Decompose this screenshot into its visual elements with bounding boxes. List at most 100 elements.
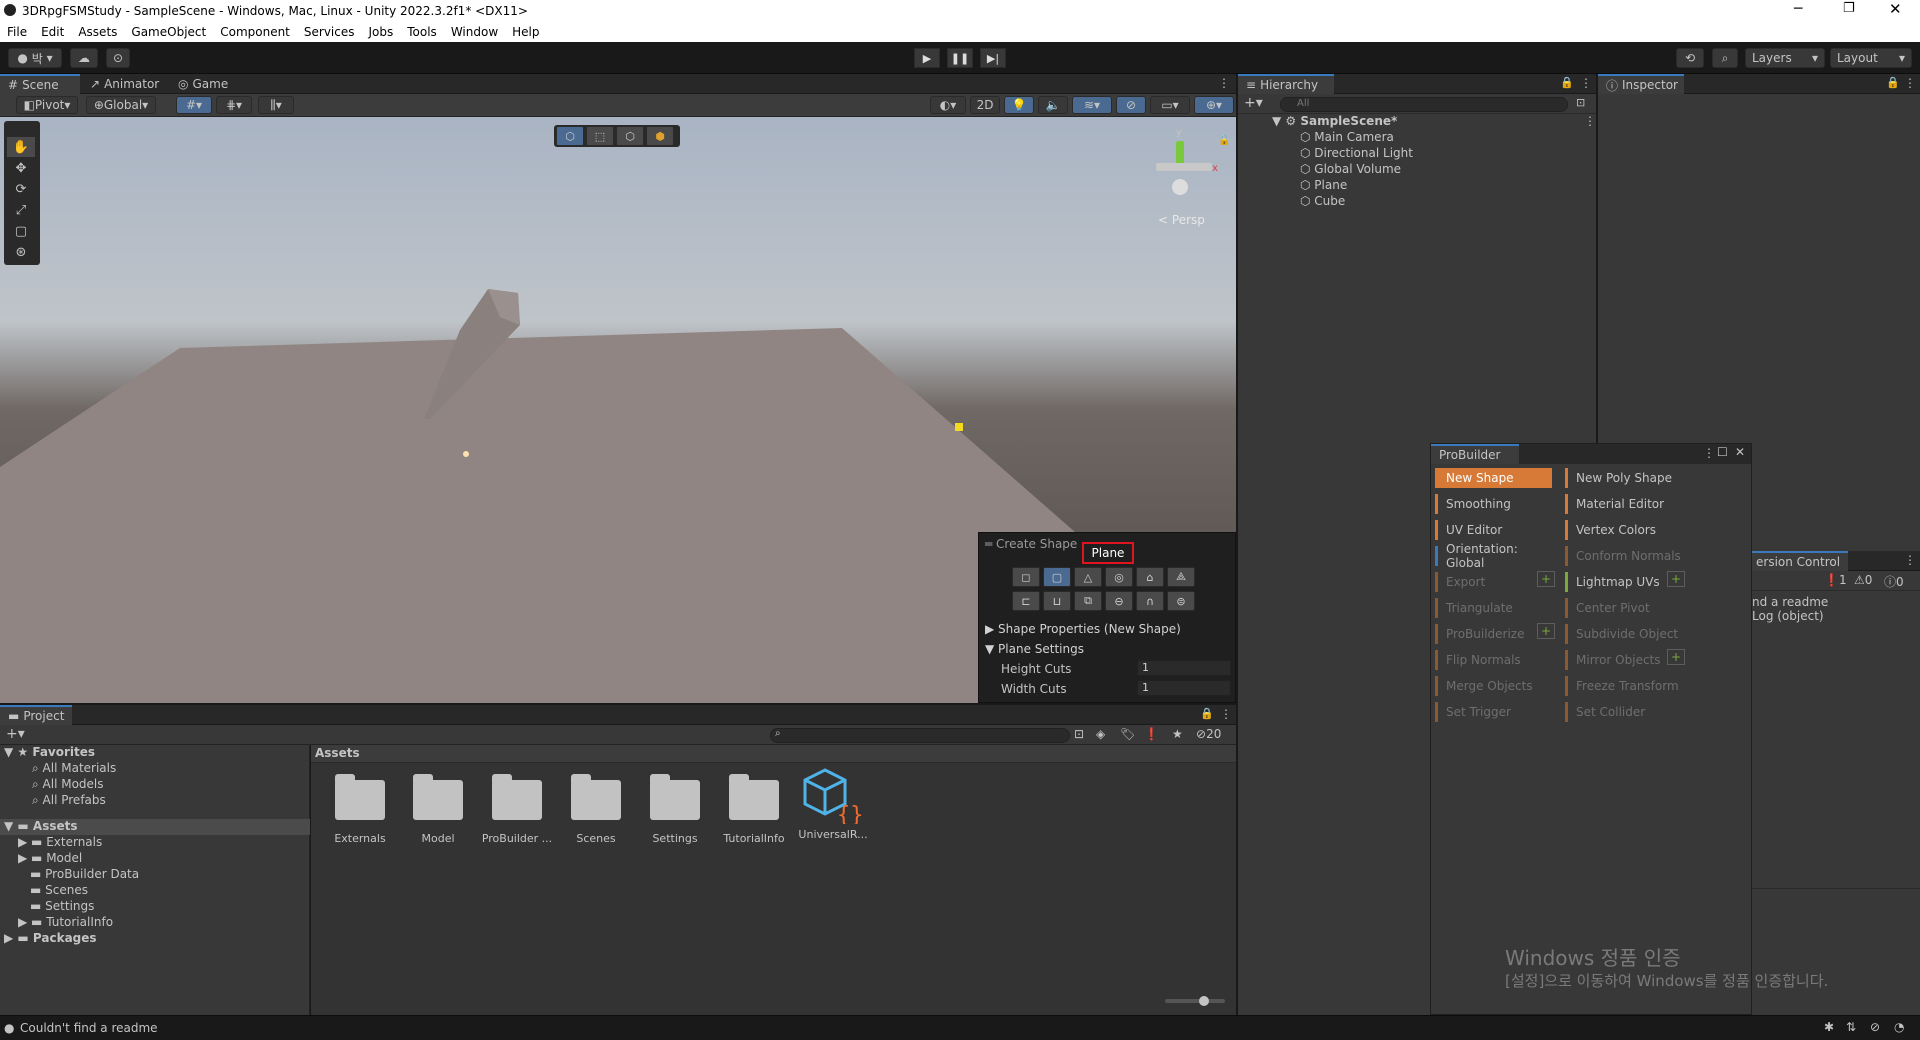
pb-vertex-colors[interactable]: Vertex Colors xyxy=(1565,520,1695,540)
prism-shape-icon[interactable]: ⟁ xyxy=(1167,567,1195,587)
progress-icon[interactable]: ◔ xyxy=(1894,1020,1904,1034)
tree-folder[interactable]: ▬ Scenes xyxy=(30,883,88,897)
pb-material-editor[interactable]: Material Editor xyxy=(1565,494,1695,514)
width-cuts-field[interactable]: 1 xyxy=(1137,680,1231,696)
height-cuts-field[interactable]: 1 xyxy=(1137,660,1231,676)
pb-new-shape[interactable]: New Shape xyxy=(1435,468,1552,488)
asset-render-pipeline[interactable]: {} UniversalR... xyxy=(793,768,873,841)
message-count[interactable]: ⓘ0 xyxy=(1884,573,1904,590)
tree-folder[interactable]: ▬ ProBuilder Data xyxy=(30,867,139,881)
menu-file[interactable]: File xyxy=(0,25,34,39)
face-mode-icon[interactable]: ⬢ xyxy=(646,126,674,146)
collab-button[interactable]: ⊙ xyxy=(106,48,130,68)
vertex-mode-icon[interactable]: ⬚ xyxy=(586,126,614,146)
shape-properties-foldout[interactable]: ▶ Shape Properties (New Shape) xyxy=(985,622,1181,636)
status-message[interactable]: Couldn't find a readme xyxy=(20,1021,158,1035)
sprite-shape-icon[interactable]: ⊜ xyxy=(1167,591,1195,611)
maximize-icon[interactable]: ☐ xyxy=(1717,445,1728,459)
cube-shape-icon[interactable]: ◻ xyxy=(1012,567,1040,587)
hierarchy-item[interactable]: ⬡ Directional Light xyxy=(1300,146,1413,160)
history-button[interactable]: ⟲ xyxy=(1676,48,1704,68)
filter-type-icon[interactable]: ◈ xyxy=(1096,727,1105,741)
cylinder-shape-icon[interactable]: ⊔ xyxy=(1043,591,1071,611)
edge-mode-icon[interactable]: ⬡ xyxy=(616,126,644,146)
camera-dropdown[interactable]: ▭▾ xyxy=(1150,96,1190,114)
gizmos-dropdown[interactable]: ⊕▾ xyxy=(1194,96,1234,114)
favorite-item[interactable]: ⌕ All Materials xyxy=(32,761,116,776)
lock-icon[interactable]: 🔒 xyxy=(1218,135,1230,146)
sphere-shape-icon[interactable]: ◎ xyxy=(1105,567,1133,587)
play-button[interactable]: ▶ xyxy=(914,48,940,68)
favorites-folder[interactable]: ▼ ★ Favorites xyxy=(4,745,95,759)
tab-animator[interactable]: ↗ Animator xyxy=(82,74,167,94)
tree-folder[interactable]: ▶ ▬ Model xyxy=(18,851,82,865)
assets-breadcrumb[interactable]: Assets xyxy=(315,746,360,760)
hand-tool-icon[interactable]: ✋ xyxy=(7,137,35,157)
more-icon[interactable]: ⋮ xyxy=(1703,446,1715,460)
label-icon[interactable]: 🏷 xyxy=(1120,727,1135,741)
error-filter-icon[interactable]: ❗ xyxy=(1144,727,1159,741)
pb-merge-objects[interactable]: Merge Objects xyxy=(1435,676,1552,696)
more-icon[interactable]: ⋮ xyxy=(1220,707,1232,721)
more-icon[interactable]: ⋮ xyxy=(1580,76,1592,90)
project-search-input[interactable]: ⌕ xyxy=(770,728,1070,743)
align-button[interactable]: ⫼▾ xyxy=(258,96,294,114)
stair-shape-icon[interactable]: ⊏ xyxy=(1012,591,1040,611)
assets-folder[interactable]: ▼ ▬ Assets xyxy=(0,819,310,835)
scene-visibility-icon[interactable]: ⊡ xyxy=(1576,96,1585,109)
pb-triangulate[interactable]: Triangulate xyxy=(1435,598,1552,618)
pb-export[interactable]: Export xyxy=(1435,572,1552,592)
autogen-icon[interactable]: ⊘ xyxy=(1870,1020,1880,1034)
step-button[interactable]: ▶| xyxy=(980,48,1006,68)
pb-freeze-transform[interactable]: Freeze Transform xyxy=(1565,676,1695,696)
packages-folder[interactable]: ▶ ▬ Packages xyxy=(4,931,97,945)
console-line[interactable]: Log (object) xyxy=(1752,609,1824,623)
pb-conform-normals[interactable]: Conform Normals xyxy=(1565,546,1695,566)
menu-tools[interactable]: Tools xyxy=(400,25,444,39)
menu-window[interactable]: Window xyxy=(444,25,505,39)
asset-folder[interactable]: Externals xyxy=(320,774,400,845)
mode-2d-button[interactable]: 2D xyxy=(970,96,1000,114)
warning-count[interactable]: ⚠0 xyxy=(1854,573,1872,587)
rect-tool-icon[interactable]: ▢ xyxy=(7,221,35,241)
more-icon[interactable]: ⋮ xyxy=(1584,114,1596,128)
lock-icon[interactable]: 🔒 xyxy=(1886,76,1900,89)
menu-gameobject[interactable]: GameObject xyxy=(124,25,213,39)
scene-root[interactable]: ▼ ⚙ SampleScene* xyxy=(1272,114,1397,128)
pb-smoothing[interactable]: Smoothing xyxy=(1435,494,1552,514)
console-line[interactable]: nd a readme xyxy=(1752,595,1828,609)
error-count[interactable]: ❗1 xyxy=(1824,573,1847,587)
tab-inspector[interactable]: ⓘ Inspector xyxy=(1598,74,1684,94)
pipe-shape-icon[interactable]: ⧉ xyxy=(1074,591,1102,611)
menu-component[interactable]: Component xyxy=(213,25,297,39)
arch-shape-icon[interactable]: ∩ xyxy=(1136,591,1164,611)
tree-folder[interactable]: ▶ ▬ Externals xyxy=(18,835,102,849)
close-icon[interactable]: ✕ xyxy=(1889,0,1902,18)
asset-folder[interactable]: ProBuilder ... xyxy=(477,774,557,845)
move-tool-icon[interactable]: ✥ xyxy=(7,158,35,178)
add-icon[interactable]: +▾ xyxy=(1244,95,1263,111)
tab-project[interactable]: ▬ Project xyxy=(0,705,72,725)
grid-snap-button[interactable]: #▾ xyxy=(176,96,212,114)
more-icon[interactable]: ⋮ xyxy=(1904,76,1916,90)
add-icon[interactable]: +▾ xyxy=(6,726,25,742)
increment-snap-button[interactable]: ⋕▾ xyxy=(216,96,252,114)
lock-icon[interactable]: 🔒 xyxy=(1200,707,1214,720)
pb-subdivide-object[interactable]: Subdivide Object xyxy=(1565,624,1695,644)
plane-shape-icon[interactable]: ▢ xyxy=(1043,567,1071,587)
global-dropdown[interactable]: ⊕ Global ▾ xyxy=(86,96,156,114)
pb-set-collider[interactable]: Set Collider xyxy=(1565,702,1695,722)
tab-version-control[interactable]: ersion Control xyxy=(1748,551,1849,571)
door-shape-icon[interactable]: ⌂ xyxy=(1136,567,1164,587)
menu-assets[interactable]: Assets xyxy=(71,25,124,39)
restore-icon[interactable]: ❐ xyxy=(1843,1,1855,16)
search-type-icon[interactable]: ⊡ xyxy=(1074,727,1084,741)
tab-scene[interactable]: # Scene xyxy=(0,74,80,94)
torus-shape-icon[interactable]: ⊖ xyxy=(1105,591,1133,611)
network-icon[interactable]: ⇅ xyxy=(1846,1020,1856,1034)
pb-orientation-global[interactable]: Orientation: Global xyxy=(1435,542,1552,570)
object-mode-icon[interactable]: ⬡ xyxy=(556,126,584,146)
tree-folder[interactable]: ▬ Settings xyxy=(30,899,94,913)
tree-folder[interactable]: ▶ ▬ TutorialInfo xyxy=(18,915,113,929)
pb-set-trigger[interactable]: Set Trigger xyxy=(1435,702,1552,722)
